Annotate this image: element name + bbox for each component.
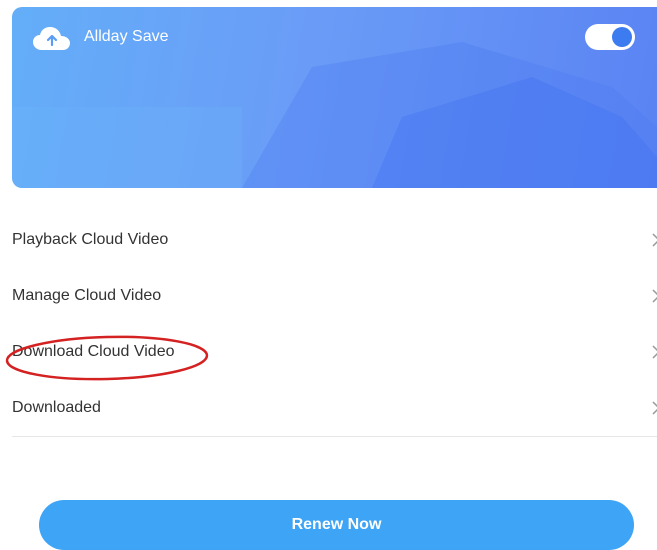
menu-item-downloaded[interactable]: Downloaded: [12, 380, 657, 436]
renew-now-button[interactable]: Renew Now: [39, 500, 634, 550]
banner-title: Allday Save: [84, 28, 169, 45]
menu-item-label: Manage Cloud Video: [12, 287, 162, 304]
menu-item-label: Download Cloud Video: [12, 343, 175, 360]
menu-divider: [12, 436, 657, 437]
allday-save-toggle[interactable]: [585, 24, 635, 50]
menu-item-label: Playback Cloud Video: [12, 231, 169, 248]
chevron-right-icon: [652, 289, 657, 303]
chevron-right-icon: [652, 345, 657, 359]
toggle-knob: [612, 27, 632, 47]
menu-item-download-cloud-video[interactable]: Download Cloud Video: [12, 324, 657, 380]
cloud-video-menu: Playback Cloud Video Manage Cloud Video …: [12, 212, 657, 436]
cloud-upload-icon: [33, 27, 70, 50]
menu-item-label: Downloaded: [12, 399, 101, 416]
chevron-right-icon: [652, 233, 657, 247]
allday-save-banner: Allday Save: [12, 7, 657, 188]
menu-item-playback-cloud-video[interactable]: Playback Cloud Video: [12, 212, 657, 268]
menu-item-manage-cloud-video[interactable]: Manage Cloud Video: [12, 268, 657, 324]
chevron-right-icon: [652, 401, 657, 415]
